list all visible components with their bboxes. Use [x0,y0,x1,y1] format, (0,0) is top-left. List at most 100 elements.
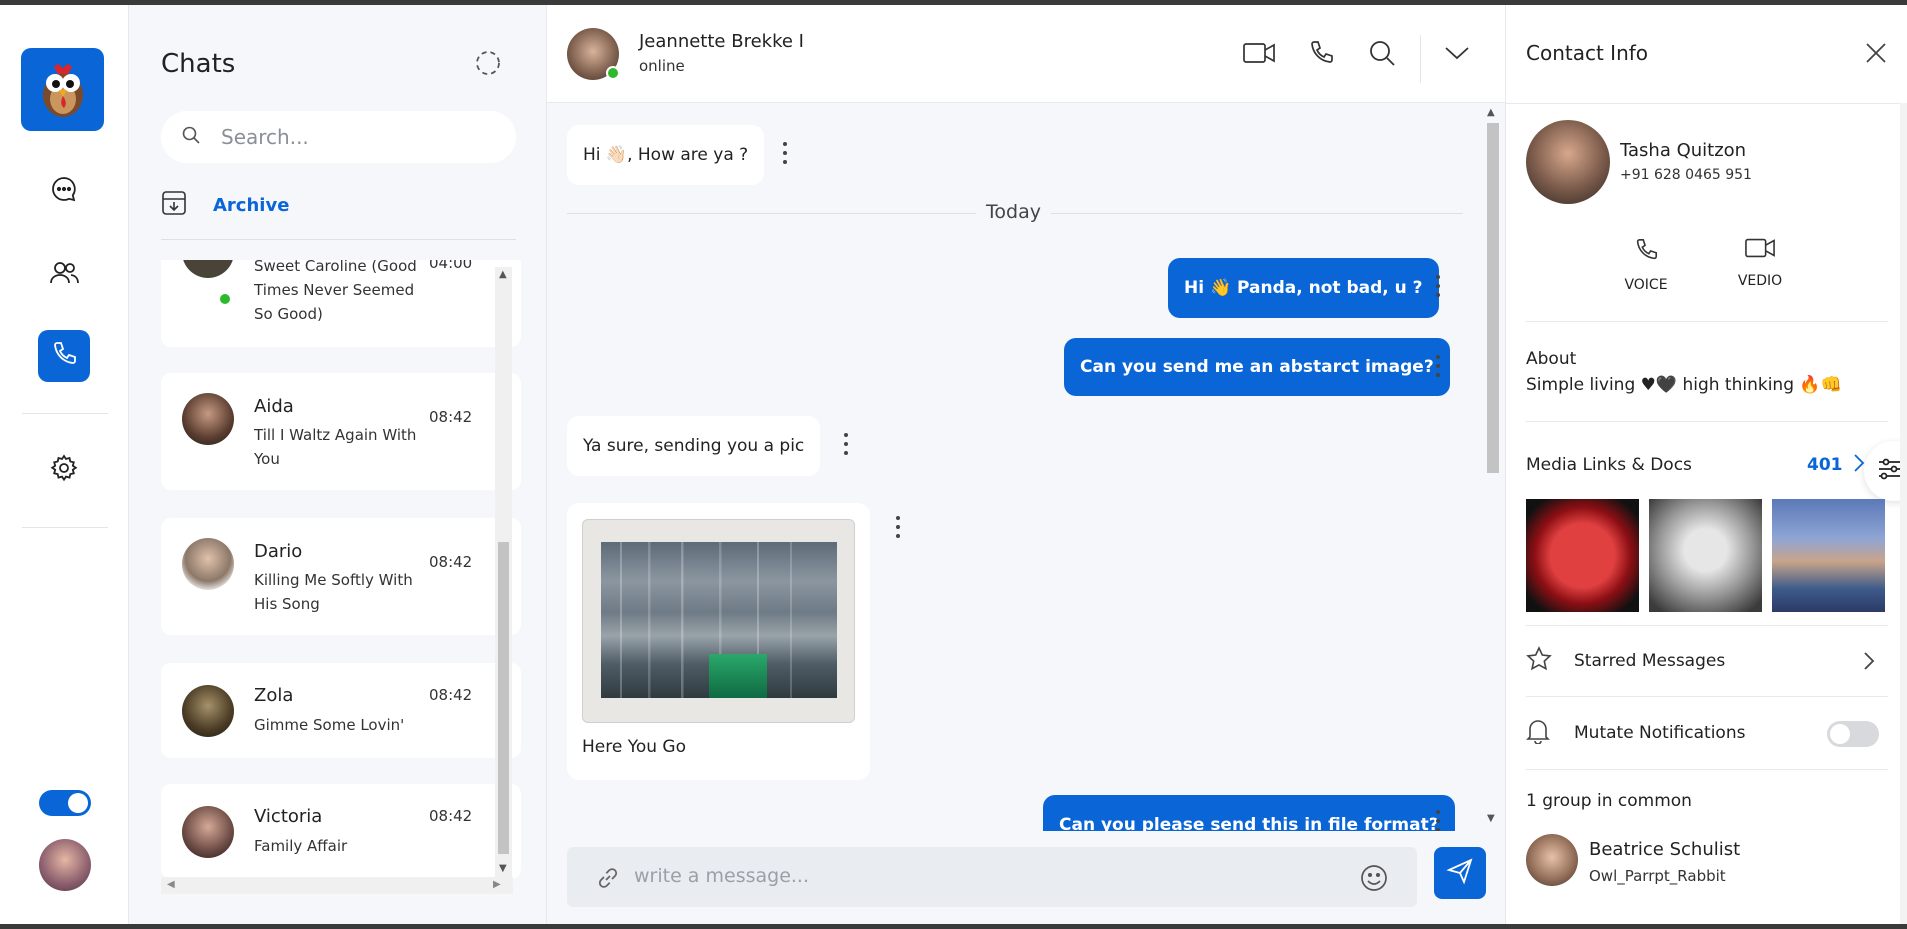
message-menu-icon[interactable] [1435,355,1441,377]
chat-time: 08:42 [429,686,473,704]
chat-list-item[interactable]: Victoria Family Affair 08:42 [161,784,521,879]
day-label: Today [976,201,1051,223]
nav-calls-button[interactable] [38,330,90,382]
scroll-down-arrow[interactable]: ▼ [1487,813,1495,824]
message-list: Hi 👋🏻, How are ya ? Today Hi 👋 Panda, no… [547,103,1483,831]
bell-icon [1526,718,1550,748]
refresh-icon[interactable] [474,49,502,77]
attach-icon[interactable] [595,865,621,895]
video-label: VEDIO [1737,273,1783,289]
scroll-right-arrow[interactable]: ▶ [493,879,501,890]
chat-last-message: Gimme Some Lovin' [254,716,405,734]
chat-avatar [182,393,234,445]
message-bubble-outgoing[interactable]: Can you please send this in file format? [1043,795,1455,831]
message-bubble-outgoing[interactable]: Can you send me an abstarct image? [1064,338,1450,396]
nav-rail [0,5,129,924]
image-frame [582,519,855,723]
chat-icon [50,175,78,207]
search-box[interactable]: Search... [161,111,516,163]
rail-divider [22,527,108,528]
chat-list-item[interactable]: Zola Gimme Some Lovin' 08:42 [161,663,521,758]
contact-info-title: Contact Info [1526,41,1649,65]
message-menu-icon[interactable] [843,433,849,455]
voice-label: VOICE [1624,277,1668,293]
conversation-header: Jeannette Brekke I online [547,5,1505,103]
contact-info-scrollbar[interactable] [1900,103,1907,924]
scroll-down-arrow[interactable]: ▼ [499,863,507,874]
message-bubble-incoming[interactable]: Hi 👋🏻, How are ya ? [567,125,765,185]
message-menu-icon[interactable] [1435,275,1441,297]
toggle-knob [1830,724,1850,744]
star-icon [1526,646,1552,676]
user-avatar[interactable] [39,839,91,891]
group-name[interactable]: Beatrice Schulist [1589,839,1740,860]
archive-icon [161,190,187,220]
scroll-up-arrow[interactable]: ▲ [1487,107,1495,118]
chats-divider [161,239,516,240]
message-menu-icon[interactable] [1435,810,1441,831]
chat-last-message: Till I Waltz Again With You [254,426,417,468]
chat-time: 08:42 [429,408,473,426]
nav-settings-button[interactable] [38,444,90,496]
media-thumbnail[interactable] [1772,499,1885,612]
section-divider [1526,421,1888,422]
theme-toggle[interactable] [39,790,91,816]
group-members: Owl_Parrpt_Rabbit [1589,867,1726,885]
nav-chats-button[interactable] [38,165,90,217]
contact-avatar-large[interactable] [1526,120,1610,204]
video-icon [1243,42,1275,68]
group-avatar[interactable] [1526,834,1578,886]
scrollbar-thumb[interactable] [498,542,509,854]
phone-icon [1307,39,1335,71]
about-text: Simple living ♥🖤 high thinking 🔥👊 [1526,375,1842,395]
contact-status: online [639,57,685,75]
emoji-icon[interactable] [1360,864,1388,896]
chat-name: Zola [254,685,294,706]
contact-name[interactable]: Jeannette Brekke I [639,31,804,52]
contact-info-name: Tasha Quitzon [1620,140,1747,161]
chat-list-item[interactable]: Dario Killing Me Softly With His Song 08… [161,518,521,635]
chat-avatar [182,806,234,858]
video-call-option[interactable]: VEDIO [1725,237,1795,289]
messages-scrollbar[interactable]: ▲ ▼ [1483,103,1501,831]
chat-last-message: Killing Me Softly With His Song [254,571,413,613]
settings-icon [49,453,79,487]
more-options-button[interactable] [1441,39,1473,71]
scroll-up-arrow[interactable]: ▲ [499,269,507,280]
close-icon [1864,43,1888,69]
nav-contacts-button[interactable] [38,249,90,301]
search-input[interactable]: Search... [221,125,309,149]
scroll-left-arrow[interactable]: ◀ [167,879,175,890]
send-button[interactable] [1434,847,1486,899]
chat-list-item[interactable]: Aida Till I Waltz Again With You 08:42 [161,373,521,490]
close-button[interactable] [1864,41,1888,65]
chat-list-scrollbar[interactable]: ▲ ▼ [495,267,512,877]
message-menu-icon[interactable] [895,516,901,538]
media-thumbnail[interactable] [1649,499,1762,612]
online-indicator [218,292,232,306]
chat-list-hscrollbar[interactable]: ◀ ▶ [161,877,513,894]
mute-label: Mutate Notifications [1574,723,1746,743]
chat-last-message: Sweet Caroline (Good Times Never Seemed … [254,260,417,323]
chat-avatar [182,685,234,737]
starred-label: Starred Messages [1574,651,1726,671]
media-count[interactable]: 401 [1807,455,1843,475]
app-logo[interactable] [21,48,104,131]
voice-call-option[interactable]: VOICE [1611,237,1681,293]
message-menu-icon[interactable] [782,142,788,164]
mute-toggle[interactable] [1827,721,1879,747]
archive-link[interactable]: Archive [161,190,289,220]
starred-messages-row[interactable]: Starred Messages [1526,641,1888,681]
voice-call-button[interactable] [1305,39,1337,71]
search-conversation-button[interactable] [1366,39,1398,71]
chat-list-item[interactable]: Sweet Caroline (Good Times Never Seemed … [161,260,521,347]
message-bubble-outgoing[interactable]: Hi 👋 Panda, not bad, u ? [1168,258,1439,318]
chat-avatar [182,538,234,590]
image-message[interactable]: Here You Go [567,503,870,780]
scrollbar-thumb[interactable] [1487,123,1499,473]
video-call-button[interactable] [1243,39,1275,71]
chat-time: 08:42 [429,807,473,825]
message-input[interactable]: write a message... [634,865,809,887]
media-thumbnail[interactable] [1526,499,1639,612]
message-bubble-incoming[interactable]: Ya sure, sending you a pic [567,416,821,476]
